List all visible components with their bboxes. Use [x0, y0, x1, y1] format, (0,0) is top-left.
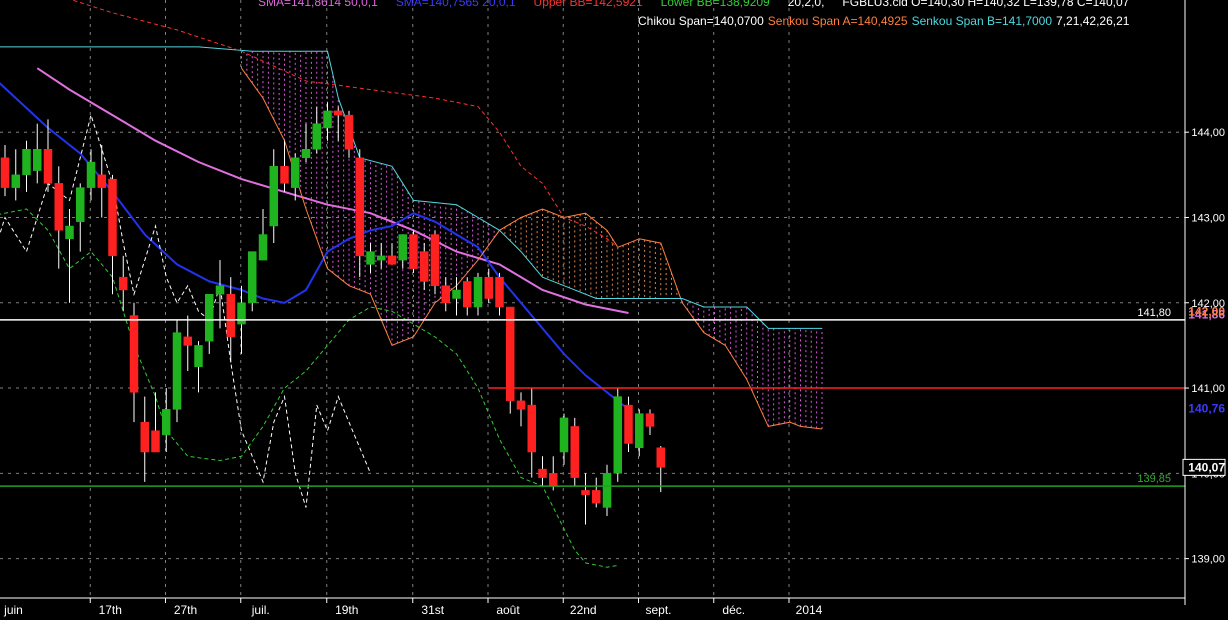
- candle-body-27: [291, 157, 300, 188]
- candle-body-48: [516, 400, 526, 410]
- candle-body-29: [312, 123, 321, 150]
- candle-body-52: [559, 417, 569, 453]
- candle-body-51: [549, 473, 558, 487]
- candle-body-4: [43, 149, 53, 184]
- x-tick-label-8: sept.: [645, 603, 671, 617]
- candle-body-57: [613, 396, 622, 474]
- candle-body-44: [473, 276, 483, 308]
- candle-body-19: [205, 293, 214, 342]
- right-value-label-3: 140,07: [1188, 460, 1225, 474]
- header-item-6-0: SMA=141,8614 50,0,1: [258, 0, 378, 9]
- x-tick-label-7: 22nd: [570, 603, 597, 617]
- candle-body-10: [108, 178, 117, 257]
- right-value-label-1: 142,00: [1188, 304, 1225, 318]
- candle-body-47: [506, 306, 515, 402]
- candle-body-12: [129, 315, 139, 393]
- candle-body-36: [387, 255, 397, 265]
- candle-body-33: [355, 157, 364, 257]
- candle-body-42: [452, 289, 461, 299]
- y-tick-label-5: 144,00: [1191, 127, 1225, 139]
- x-tick-label-1: 17th: [99, 603, 122, 617]
- candle-body-49: [527, 404, 536, 453]
- header-item-6-4: 20,2,0,: [788, 0, 825, 9]
- candle-body-26: [280, 166, 289, 184]
- candle-body-6: [65, 225, 74, 240]
- candle-body-38: [409, 234, 418, 269]
- price-chart[interactable]: 141,80139,85 139,00140,00141,00142,00143…: [0, 0, 1228, 620]
- candle-body-9: [97, 174, 106, 188]
- candle-body-21: [226, 293, 235, 338]
- header-item-25-3: 7,21,42,26,21: [1056, 14, 1130, 28]
- candle-body-1: [11, 174, 20, 188]
- candle-body-59: [635, 413, 644, 448]
- candle-body-53: [570, 426, 579, 478]
- candle-body-16: [172, 332, 182, 410]
- header-item-25-1: Senkou Span A=140,4925: [768, 14, 908, 28]
- y-tick-label-0: 139,00: [1191, 554, 1225, 566]
- candle-body-7: [76, 187, 85, 222]
- chart-window: 141,80139,85 139,00140,00141,00142,00143…: [0, 0, 1228, 620]
- candle-body-24: [258, 234, 268, 261]
- header-item-6-1: SMA=140,7565 20,0,1: [396, 0, 516, 9]
- candle-body-60: [645, 413, 655, 427]
- candle-body-39: [420, 251, 429, 282]
- candle-body-3: [33, 149, 42, 171]
- candle-body-56: [602, 473, 612, 508]
- candle-body-22: [237, 302, 246, 325]
- x-tick-label-3: juil.: [251, 603, 270, 617]
- candle-body-37: [398, 234, 407, 261]
- candle-body-25: [269, 166, 278, 227]
- candle-body-43: [463, 281, 472, 308]
- x-tick-label-5: 31st: [421, 603, 444, 617]
- candle-body-30: [323, 110, 332, 129]
- x-tick-label-9: déc.: [722, 603, 745, 617]
- candle-body-5: [54, 183, 63, 231]
- candle-body-34: [366, 251, 375, 265]
- header-item-25-2: Senkou Span B=141,7000: [912, 14, 1053, 28]
- x-tick-label-6: août: [496, 603, 520, 617]
- candle-body-40: [430, 234, 440, 286]
- x-tick-label-2: 27th: [174, 603, 197, 617]
- candle-body-13: [140, 421, 149, 453]
- header-item-6-3: Lower BB=138,9209: [661, 0, 770, 9]
- candle-body-23: [248, 251, 257, 304]
- right-value-label-2: 140,76: [1188, 402, 1225, 416]
- x-tick-label-10: 2014: [796, 603, 823, 617]
- candle-body-28: [301, 149, 311, 159]
- candle-body-17: [183, 336, 192, 346]
- candle-body-18: [194, 345, 203, 367]
- candle-body-15: [162, 409, 171, 436]
- header-item-25-0: Chikou Span=140,0700: [638, 14, 764, 28]
- candle-body-35: [377, 255, 386, 261]
- candle-body-11: [119, 276, 128, 291]
- candle-body-55: [592, 490, 601, 504]
- x-tick-label-0: juin: [3, 603, 23, 617]
- candle-body-41: [441, 285, 450, 304]
- candle-body-0: [0, 157, 10, 188]
- candle-body-31: [334, 110, 343, 116]
- level-label-0: 141,80: [1137, 307, 1171, 319]
- level-label-2: 139,85: [1137, 473, 1171, 485]
- x-tick-label-4: 19th: [335, 603, 358, 617]
- candle-body-46: [495, 276, 504, 308]
- candle-body-2: [22, 149, 31, 176]
- header-item-6-5: FGBLU3.cld O=140,30 H=140,32 L=139,78 C=…: [842, 0, 1129, 9]
- candle-body-8: [86, 161, 96, 188]
- candle-body-14: [151, 430, 160, 453]
- candle-body-61: [656, 447, 665, 468]
- candle-body-54: [581, 490, 590, 495]
- candle-body-58: [624, 404, 633, 444]
- header-item-6-2: Upper BB=142,5921: [534, 0, 643, 9]
- candle-body-32: [344, 114, 354, 150]
- candle-body-20: [215, 285, 225, 295]
- y-tick-label-4: 143,00: [1191, 212, 1225, 224]
- y-tick-label-2: 141,00: [1191, 383, 1225, 395]
- candle-body-50: [538, 468, 547, 478]
- candle-body-45: [484, 276, 493, 299]
